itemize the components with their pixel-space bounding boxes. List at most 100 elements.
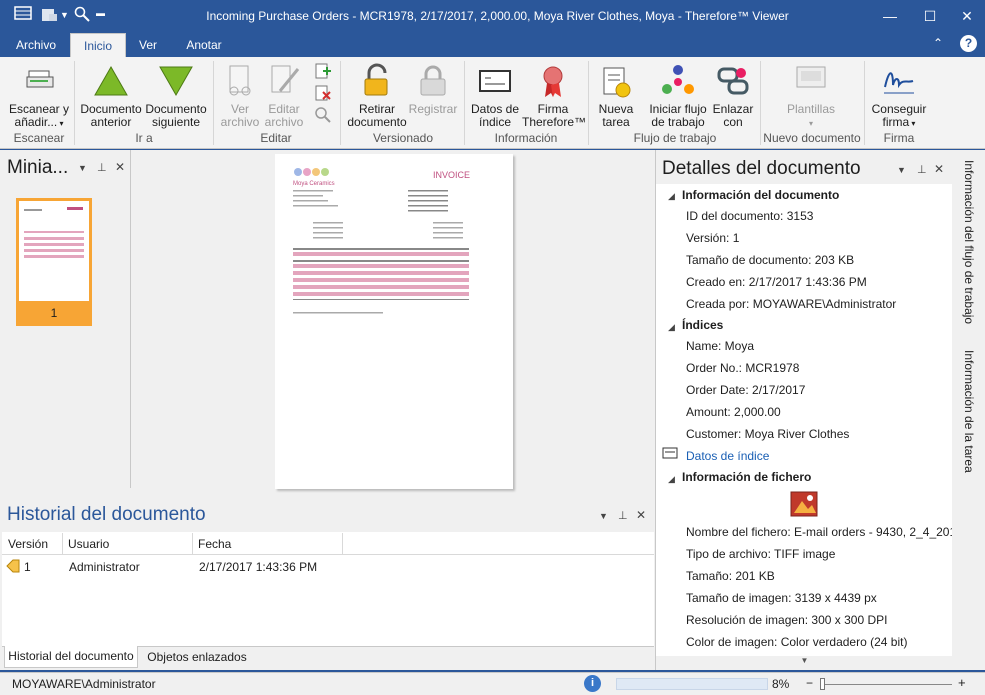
tab-archivo[interactable]: Archivo	[8, 33, 64, 57]
help-icon[interactable]: ?	[960, 35, 977, 52]
view-file-button[interactable]: Ver archivo	[218, 63, 262, 129]
row-version: 1	[24, 560, 31, 574]
search-icon[interactable]	[74, 6, 90, 25]
details-close-icon[interactable]: ✕	[934, 162, 944, 176]
collapse-triangle-icon[interactable]: ◢	[668, 191, 675, 202]
zoom-search-icon[interactable]	[314, 106, 332, 127]
column-divider	[62, 533, 63, 555]
ribbon-tabs: Archivo Inicio Ver Anotar ⌃ ?	[0, 33, 985, 57]
collapse-ribbon-icon[interactable]: ⌃	[933, 36, 943, 50]
thumbnails-panel: Minia... ▼ ⊥ ✕ 1	[2, 150, 131, 488]
indices-header[interactable]: Índices	[682, 318, 723, 332]
new-task-button[interactable]: Nueva tarea	[594, 63, 638, 129]
templates-icon	[796, 66, 826, 88]
details-title: Detalles del documento	[662, 158, 861, 179]
zoom-in-button[interactable]: +	[958, 675, 966, 690]
history-menu-icon[interactable]: ▼	[599, 511, 608, 521]
scan-add-button[interactable]: Escanear y añadir... ▾	[8, 63, 70, 130]
get-signature-button[interactable]: Conseguir firma ▾	[868, 63, 930, 130]
details-pin-icon[interactable]: ⊥	[917, 163, 927, 176]
index-card-icon	[479, 70, 511, 92]
clipboard-lock-icon[interactable]	[40, 6, 58, 25]
start-workflow-button[interactable]: Iniciar flujo de trabajo	[642, 63, 714, 129]
column-date[interactable]: Fecha	[198, 537, 231, 551]
ribbon-divider	[464, 61, 465, 145]
page-thumbnail[interactable]: 1	[16, 198, 92, 326]
index-data-link[interactable]: Datos de índice	[686, 449, 769, 463]
collapse-triangle-icon[interactable]: ◢	[668, 474, 675, 485]
invoice-heading: INVOICE	[433, 170, 471, 180]
group-workflow: Flujo de trabajo	[633, 131, 717, 145]
link-with-button[interactable]: Enlazar con	[712, 63, 754, 129]
close-button[interactable]: ✕	[952, 4, 982, 28]
collapse-triangle-icon[interactable]: ◢	[668, 322, 675, 333]
index-name: Name: Moya	[686, 339, 755, 353]
index-data-button[interactable]: Datos de índice	[468, 63, 522, 129]
tab-task-info[interactable]: Información de la tarea	[962, 350, 976, 473]
thumbnails-pin-icon[interactable]: ⊥	[97, 161, 107, 174]
doc-id: ID del documento: 3153	[686, 209, 814, 223]
thumbnails-close-icon[interactable]: ✕	[115, 160, 125, 174]
image-file-icon	[790, 491, 818, 520]
new-task-label: Nueva tarea	[598, 102, 634, 129]
edit-file-button[interactable]: Editar archivo	[262, 63, 306, 129]
file-info-header[interactable]: Información de fichero	[682, 470, 811, 484]
tab-inicio[interactable]: Inicio	[70, 33, 126, 57]
add-page-icon[interactable]	[314, 62, 332, 83]
doc-info-header[interactable]: Información del documento	[682, 188, 839, 202]
qat-dropdown-icon[interactable]: ▼	[60, 10, 69, 20]
column-user[interactable]: Usuario	[68, 537, 109, 551]
therefore-signature-button[interactable]: Firma Therefore™	[522, 63, 586, 129]
column-divider	[192, 533, 193, 555]
tab-workflow-info[interactable]: Información del flujo de trabajo	[962, 160, 976, 324]
customize-qat-icon[interactable]: ▬	[96, 8, 105, 18]
history-pin-icon[interactable]: ⊥	[618, 509, 628, 522]
thumbnails-menu-icon[interactable]: ▼	[78, 163, 87, 173]
group-info: Información	[494, 131, 558, 145]
history-row[interactable]: 1 Administrator 2/17/2017 1:43:36 PM	[2, 556, 654, 576]
document-page: Moya Ceramics INVOICE	[275, 154, 513, 489]
scroll-down-button[interactable]: ▼	[656, 656, 953, 670]
status-user: MOYAWARE\Administrator	[12, 677, 156, 691]
save-icon[interactable]	[14, 6, 32, 23]
templates-button[interactable]: Plantillas ▾	[780, 63, 842, 130]
zoom-out-button[interactable]: −	[806, 676, 813, 690]
group-new-document: Nuevo documento	[763, 131, 861, 145]
group-versioning: Versionado	[372, 131, 434, 145]
checkin-button[interactable]: Registrar	[406, 63, 460, 116]
group-sign: Firma	[883, 131, 915, 145]
group-goto: Ir a	[135, 131, 153, 145]
tab-document-history[interactable]: Historial del documento	[4, 646, 138, 668]
link-with-label: Enlazar con	[712, 102, 754, 129]
previous-document-button[interactable]: Documento anterior	[80, 63, 142, 129]
column-version[interactable]: Versión	[8, 537, 48, 551]
image-resolution: Resolución de imagen: 300 x 300 DPI	[686, 613, 888, 627]
doc-size: Tamaño de documento: 203 KB	[686, 253, 855, 267]
zoom-slider-thumb[interactable]	[820, 678, 825, 690]
minimize-button[interactable]: —	[875, 4, 905, 28]
info-icon[interactable]: i	[584, 675, 601, 692]
checkout-document-button[interactable]: Retirar documento	[346, 63, 408, 129]
file-name: Nombre del fichero: E-mail orders - 9430…	[686, 525, 967, 539]
document-viewer[interactable]: Moya Ceramics INVOICE	[137, 150, 654, 490]
details-menu-icon[interactable]: ▼	[897, 165, 906, 175]
tab-anotar[interactable]: Anotar	[176, 33, 232, 57]
delete-page-icon[interactable]	[314, 84, 332, 105]
tab-ver[interactable]: Ver	[130, 33, 166, 57]
progress-bar	[616, 678, 768, 690]
checkin-label: Registrar	[408, 102, 458, 116]
maximize-button[interactable]: ☐	[915, 4, 945, 28]
document-pen-icon	[271, 65, 300, 93]
next-document-button[interactable]: Documento siguiente	[144, 63, 208, 129]
workflow-cycle-icon	[662, 65, 694, 94]
history-panel: Historial del documento ▼ ⊥ ✕ Versión Us…	[2, 495, 654, 670]
signature-icon	[884, 72, 914, 94]
flower-logo-icon	[294, 168, 329, 176]
zoom-slider[interactable]	[820, 684, 952, 685]
previous-document-label: Documento anterior	[80, 102, 142, 129]
index-amount: Amount: 2,000.00	[686, 405, 781, 419]
tab-linked-objects[interactable]: Objetos enlazados	[142, 646, 252, 668]
window-title: Incoming Purchase Orders - MCR1978, 2/17…	[206, 9, 789, 23]
history-close-icon[interactable]: ✕	[636, 508, 646, 522]
row-user: Administrator	[69, 560, 140, 574]
